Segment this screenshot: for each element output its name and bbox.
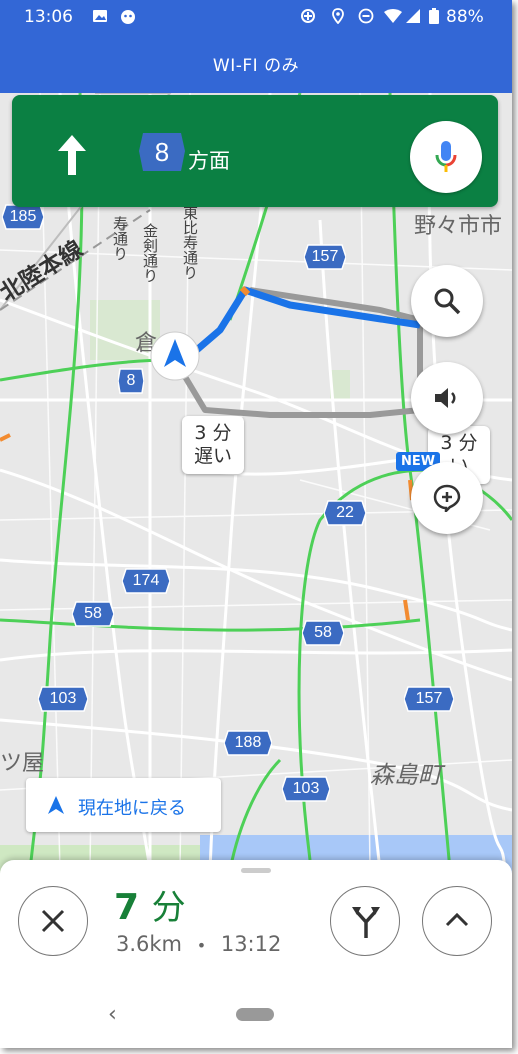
close-icon bbox=[41, 909, 65, 933]
image-notification-icon bbox=[93, 10, 107, 22]
separator-dot: • bbox=[196, 936, 207, 955]
speaker-icon bbox=[435, 388, 456, 408]
place-tsuya: ツ屋 bbox=[0, 751, 45, 776]
current-location-marker bbox=[150, 331, 200, 381]
do-not-disturb-icon bbox=[358, 8, 374, 24]
route-shield-103-a: 103 bbox=[38, 685, 88, 713]
route-shield-8: 8 bbox=[118, 367, 144, 395]
route-shield-188: 188 bbox=[224, 729, 272, 757]
status-time: 13:06 bbox=[24, 7, 73, 27]
battery-icon bbox=[429, 8, 439, 24]
app-notification-icon bbox=[121, 10, 135, 24]
route-shield-8-header: 8 bbox=[137, 131, 187, 173]
battery-percentage: 88% bbox=[446, 7, 484, 27]
arrival-time: 13:12 bbox=[220, 932, 282, 956]
turn-instruction-card[interactable]: 8 方面 bbox=[12, 95, 498, 207]
route-fork-icon bbox=[352, 907, 380, 938]
signal-icon bbox=[406, 9, 420, 23]
eta-details: 3.6km • 13:12 bbox=[116, 932, 281, 956]
recenter-label: 現在地に戻る bbox=[78, 798, 186, 819]
wifi-only-banner: WI-FI のみ bbox=[0, 33, 512, 93]
route-shield-157-b: 157 bbox=[404, 685, 454, 713]
phone-screen: 13:06 88% WI-FI のみ 野々市市 森島町 ツ屋 倉 北陸本線 東比… bbox=[0, 0, 512, 1048]
distance-text: 3.6km bbox=[116, 932, 183, 956]
voice-search-button[interactable] bbox=[410, 121, 482, 193]
straight-arrow-icon bbox=[58, 135, 86, 175]
drag-handle[interactable] bbox=[241, 868, 271, 873]
route-shield-58-b: 58 bbox=[302, 619, 344, 647]
route-shield-157-a: 157 bbox=[304, 243, 346, 271]
expand-panel-button[interactable] bbox=[422, 886, 492, 956]
data-saver-icon bbox=[301, 9, 315, 23]
location-icon bbox=[332, 8, 344, 24]
route-shield-185: 185 bbox=[2, 203, 44, 231]
wifi-icon bbox=[384, 9, 402, 23]
route-shield-174: 174 bbox=[122, 567, 170, 595]
place-morishima: 森島町 bbox=[370, 761, 442, 789]
alt-route-callout[interactable]: 3 分 遅い bbox=[182, 416, 244, 474]
chevron-up-icon bbox=[445, 912, 469, 927]
trip-summary-panel: 7 分 3.6km • 13:12 ‹ bbox=[0, 860, 512, 1048]
wifi-only-label: WI-FI のみ bbox=[212, 55, 300, 76]
direction-label: 方面 bbox=[188, 149, 230, 173]
navigation-arrow-icon bbox=[48, 796, 64, 814]
road-higashi-ebisu: 東比寿通り bbox=[181, 205, 199, 280]
eta-duration: 7 分 bbox=[114, 887, 186, 928]
exit-navigation-button[interactable] bbox=[18, 886, 88, 956]
add-report-button[interactable] bbox=[411, 462, 483, 534]
alternate-routes-button[interactable] bbox=[330, 886, 400, 956]
add-report-icon bbox=[433, 484, 461, 512]
road-kanatsurugi-2: 寿通り bbox=[111, 216, 129, 261]
search-icon bbox=[434, 288, 461, 315]
recenter-button[interactable]: 現在地に戻る bbox=[26, 778, 221, 832]
mic-icon bbox=[435, 141, 457, 172]
back-nav-icon[interactable]: ‹ bbox=[108, 1002, 117, 1027]
home-nav-pill[interactable] bbox=[236, 1008, 274, 1021]
sound-button[interactable] bbox=[411, 362, 483, 434]
place-nonoichi: 野々市市 bbox=[414, 214, 503, 239]
route-shield-22: 22 bbox=[324, 499, 366, 527]
route-shield-103-b: 103 bbox=[282, 775, 330, 803]
status-bar: 13:06 88% bbox=[0, 0, 512, 33]
route-shield-58-a: 58 bbox=[72, 600, 114, 628]
search-button[interactable] bbox=[411, 265, 483, 337]
road-kanatsurugi: 金剣通り bbox=[141, 223, 159, 283]
